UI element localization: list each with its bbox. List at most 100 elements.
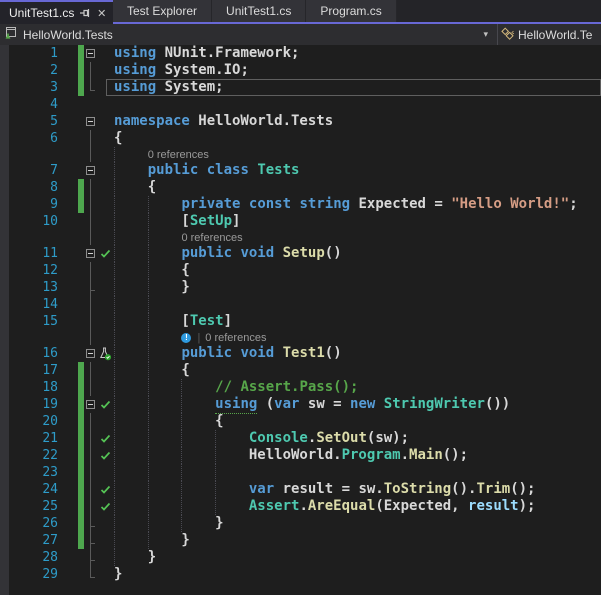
code-text[interactable]: using (var sw = new StringWriter())	[112, 396, 601, 414]
tab-test-explorer[interactable]: Test Explorer	[113, 0, 213, 22]
code-line-7[interactable]: 7 public class Tests	[0, 162, 601, 179]
code-text[interactable]: Assert. AreEqual (Expected, result);	[112, 498, 601, 515]
code-text[interactable]: {	[112, 413, 601, 430]
code-text[interactable]: namespace HelloWorld.Tests	[112, 113, 601, 130]
codelens-label[interactable]: 0 references	[181, 232, 242, 244]
project-scope-dropdown[interactable]: HelloWorld.Tests ▾	[0, 24, 497, 45]
tab-program[interactable]: Program.cs	[306, 0, 397, 22]
code-line-10[interactable]: 10 [SetUp]	[0, 213, 601, 230]
code-line-19[interactable]: 19 using (var sw = new StringWriter())	[0, 396, 601, 414]
code-text[interactable]: }	[112, 515, 601, 532]
test-status-margin[interactable]	[98, 396, 112, 413]
code-line-9[interactable]: 9 private const string Expected = "Hello…	[0, 196, 601, 213]
codelens-references[interactable]: ! | 0 references	[181, 332, 266, 344]
info-icon[interactable]: !	[181, 332, 192, 343]
codelens-label[interactable]: 0 references	[148, 149, 209, 161]
code-line-13[interactable]: 13 }	[0, 279, 601, 296]
code-line-24[interactable]: 24 var result = sw. ToString (). Trim ();	[0, 481, 601, 498]
code-text[interactable]: {	[112, 130, 601, 147]
indent-guide	[215, 498, 217, 515]
codelens-label[interactable]: 0 references	[205, 332, 266, 344]
codelens-row[interactable]: ! | 0 references	[0, 330, 601, 345]
code-text[interactable]: [Test]	[112, 313, 601, 330]
type-member-dropdown[interactable]: HelloWorld.Te	[498, 24, 601, 45]
codelens-references[interactable]: 0 references	[181, 232, 242, 244]
pin-icon[interactable]	[79, 6, 91, 20]
code-text[interactable]: using System;	[112, 79, 601, 96]
code-text[interactable]: private const string Expected = "Hello W…	[112, 196, 601, 213]
code-line-6[interactable]: 6{	[0, 130, 601, 147]
code-line-12[interactable]: 12 {	[0, 262, 601, 279]
code-text[interactable]: }	[112, 532, 601, 549]
fold-collapse-marker[interactable]	[86, 248, 95, 258]
code-text[interactable]: HelloWorld. Program. Main ();	[112, 447, 601, 464]
code-text[interactable]: Console. SetOut (sw);	[112, 430, 601, 447]
code-text[interactable]: public void Setup()	[112, 245, 601, 262]
close-icon[interactable]: ✕	[96, 6, 107, 20]
code-text[interactable]: using System.IO;	[112, 62, 601, 79]
code-text[interactable]: }	[112, 566, 601, 583]
code-text[interactable]	[112, 464, 601, 481]
code-line-20[interactable]: 20 {	[0, 413, 601, 430]
code-line-14[interactable]: 14	[0, 296, 601, 313]
code-text[interactable]: }	[112, 279, 601, 296]
code-line-25[interactable]: 25 Assert. AreEqual (Expected, result);	[0, 498, 601, 515]
code-line-28[interactable]: 28 }	[0, 549, 601, 566]
test-status-margin[interactable]	[98, 430, 112, 447]
code-text[interactable]: {	[112, 179, 601, 196]
code-line-17[interactable]: 17 {	[0, 362, 601, 379]
fold-collapse-marker[interactable]	[86, 165, 95, 175]
code-text[interactable]: public void Test1()	[112, 345, 601, 362]
code-text[interactable]: [SetUp]	[112, 213, 601, 230]
code-text[interactable]	[112, 296, 601, 313]
code-line-8[interactable]: 8 {	[0, 179, 601, 196]
code-line-23[interactable]: 23	[0, 464, 601, 481]
tab-unittest1-active[interactable]: UnitTest1.cs ✕	[0, 0, 113, 24]
code-text[interactable]: public class Tests	[112, 162, 601, 179]
codelens-text[interactable]: 0 references	[112, 147, 601, 162]
codelens-references[interactable]: 0 references	[148, 149, 209, 161]
fold-collapse-marker[interactable]	[86, 48, 95, 58]
fold-collapse-marker[interactable]	[86, 116, 95, 126]
code-line-27[interactable]: 27 }	[0, 532, 601, 549]
test-status-margin[interactable]	[98, 498, 112, 515]
code-line-16[interactable]: 16 public void Test1()	[0, 345, 601, 362]
codelens-row[interactable]: 0 references	[0, 230, 601, 245]
code-line-1[interactable]: 1 using NUnit.Framework;	[0, 45, 601, 62]
chevron-down-icon[interactable]: ▾	[483, 29, 488, 40]
codelens-text[interactable]: 0 references	[112, 230, 601, 245]
code-line-15[interactable]: 15 [Test]	[0, 313, 601, 330]
fold-collapse-marker[interactable]	[86, 348, 95, 358]
code-text[interactable]: }	[112, 549, 601, 566]
code-text[interactable]: var result = sw. ToString (). Trim ();	[112, 481, 601, 498]
code-text[interactable]: {	[112, 362, 601, 379]
code-line-22[interactable]: 22 HelloWorld. Program. Main ();	[0, 447, 601, 464]
test-status-margin[interactable]	[98, 245, 112, 262]
code-line-11[interactable]: 11 public void Setup()	[0, 245, 601, 262]
code-line-5[interactable]: 5 namespace HelloWorld.Tests	[0, 113, 601, 130]
code-text[interactable]: {	[112, 262, 601, 279]
code-text[interactable]: using NUnit.Framework;	[112, 45, 601, 62]
tab-label: UnitTest1.cs	[9, 6, 75, 20]
code-text[interactable]: // Assert.Pass();	[112, 379, 601, 396]
code-line-4[interactable]: 4	[0, 96, 601, 113]
test-status-margin[interactable]	[98, 447, 112, 464]
code-line-26[interactable]: 26 }	[0, 515, 601, 532]
fold-collapse-marker[interactable]	[86, 399, 95, 409]
code-line-29[interactable]: 29}	[0, 566, 601, 583]
tab-unittest1[interactable]: UnitTest1.cs	[212, 0, 307, 22]
codelens-row[interactable]: 0 references	[0, 147, 601, 162]
test-status-margin[interactable]	[98, 345, 112, 362]
indent-guide	[147, 430, 149, 447]
code-line-2[interactable]: 2 using System.IO;	[0, 62, 601, 79]
code-line-18[interactable]: 18 // Assert.Pass();	[0, 379, 601, 396]
code-line-3[interactable]: 3 using System;	[0, 79, 601, 96]
indent-guide	[147, 213, 149, 230]
editor[interactable]: 1 using NUnit.Framework; 2 using System.IO;…	[0, 45, 601, 595]
code-text[interactable]	[112, 96, 601, 113]
change-tracking-margin	[58, 162, 84, 179]
indent-guide	[114, 515, 115, 532]
test-status-margin[interactable]	[98, 481, 112, 498]
codelens-text[interactable]: ! | 0 references	[112, 330, 601, 345]
code-line-21[interactable]: 21 Console. SetOut (sw);	[0, 430, 601, 447]
